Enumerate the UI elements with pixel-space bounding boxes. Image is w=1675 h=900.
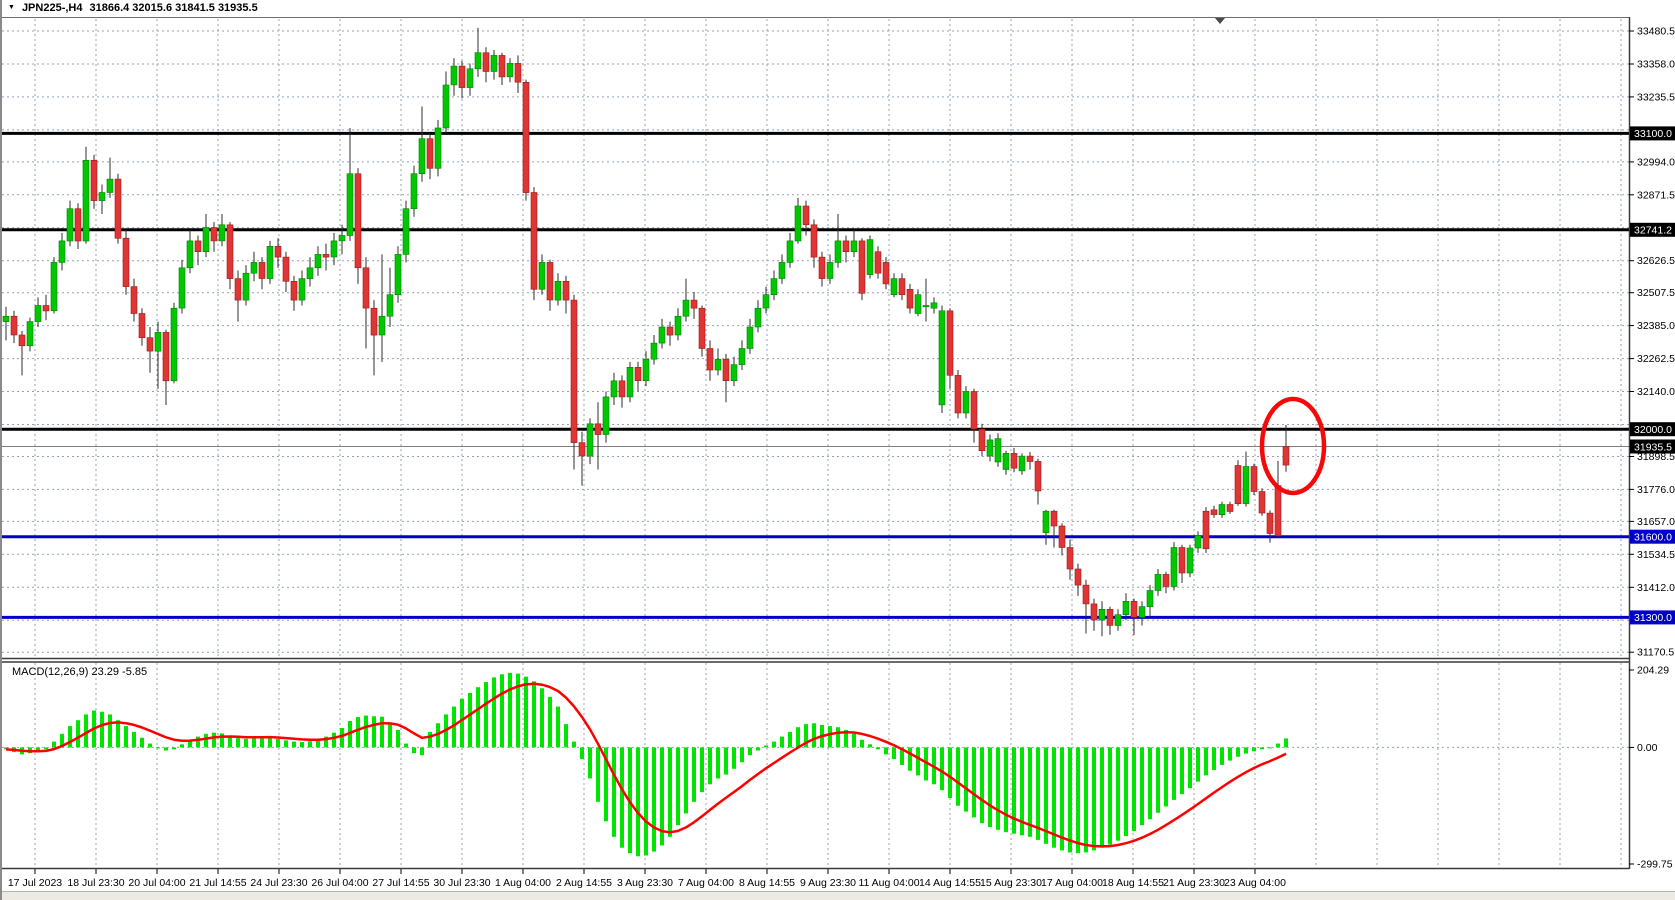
svg-text:32385.0: 32385.0 <box>1637 320 1675 332</box>
svg-text:-299.75: -299.75 <box>1637 859 1673 871</box>
svg-text:31412.0: 31412.0 <box>1637 582 1675 594</box>
svg-text:31657.0: 31657.0 <box>1637 516 1675 528</box>
chart-canvas[interactable]: 33480.5 33358.0 33235.5 32994.0 32871.5 32626… <box>2 0 1675 900</box>
svg-text:15 Aug 23:30: 15 Aug 23:30 <box>980 877 1042 889</box>
svg-text:32507.5: 32507.5 <box>1637 287 1675 299</box>
svg-text:31776.0: 31776.0 <box>1637 484 1675 496</box>
macd-indicator-label: MACD(12,26,9) 23.29 -5.85 <box>12 666 147 678</box>
svg-text:31534.5: 31534.5 <box>1637 549 1675 561</box>
svg-text:27 Jul 14:55: 27 Jul 14:55 <box>372 877 429 889</box>
window-bottom-strip <box>2 891 1675 900</box>
svg-text:33235.5: 33235.5 <box>1637 91 1675 103</box>
svg-text:204.29: 204.29 <box>1637 665 1669 677</box>
svg-text:2 Aug 14:55: 2 Aug 14:55 <box>556 877 612 889</box>
svg-text:32626.5: 32626.5 <box>1637 255 1675 267</box>
svg-text:31170.5: 31170.5 <box>1637 647 1674 659</box>
svg-text:17 Aug 04:00: 17 Aug 04:00 <box>1041 877 1103 889</box>
svg-text:17 Jul 2023: 17 Jul 2023 <box>8 877 62 889</box>
svg-text:11 Aug 04:00: 11 Aug 04:00 <box>858 877 919 889</box>
svg-text:24 Jul 23:30: 24 Jul 23:30 <box>250 877 307 889</box>
svg-text:8 Aug 14:55: 8 Aug 14:55 <box>739 877 795 889</box>
svg-text:7 Aug 04:00: 7 Aug 04:00 <box>678 877 734 889</box>
chevron-down-icon[interactable]: ▼ <box>8 3 15 13</box>
svg-text:3 Aug 23:30: 3 Aug 23:30 <box>617 877 673 889</box>
svg-text:31300.0: 31300.0 <box>1634 612 1672 624</box>
svg-text:31935.5: 31935.5 <box>1634 441 1672 453</box>
mt4-chart-window: 33480.5 33358.0 33235.5 32994.0 32871.5 32626… <box>0 0 1675 900</box>
svg-text:32871.5: 32871.5 <box>1637 189 1675 201</box>
chart-info-bar: ▼ JPN225-,H4 31866.4 32015.6 31841.5 319… <box>8 2 258 14</box>
svg-text:32994.0: 32994.0 <box>1637 156 1675 168</box>
svg-text:31600.0: 31600.0 <box>1634 532 1672 544</box>
ohlc-values: 31866.4 32015.6 31841.5 31935.5 <box>89 2 257 14</box>
svg-text:33358.0: 33358.0 <box>1637 59 1675 71</box>
svg-text:33100.0: 33100.0 <box>1634 128 1672 140</box>
svg-text:18 Jul 23:30: 18 Jul 23:30 <box>67 877 124 889</box>
svg-text:21 Aug 23:30: 21 Aug 23:30 <box>1163 877 1225 889</box>
svg-text:33480.5: 33480.5 <box>1637 26 1675 38</box>
svg-text:9 Aug 23:30: 9 Aug 23:30 <box>800 877 856 889</box>
svg-text:1 Aug 04:00: 1 Aug 04:00 <box>495 877 551 889</box>
svg-text:32000.0: 32000.0 <box>1634 424 1672 436</box>
svg-text:21 Jul 14:55: 21 Jul 14:55 <box>189 877 246 889</box>
svg-text:23 Aug 04:00: 23 Aug 04:00 <box>1224 877 1286 889</box>
svg-text:0.00: 0.00 <box>1637 742 1658 754</box>
svg-text:26 Jul 04:00: 26 Jul 04:00 <box>311 877 368 889</box>
svg-text:32140.0: 32140.0 <box>1637 386 1675 398</box>
svg-text:14 Aug 14:55: 14 Aug 14:55 <box>919 877 981 889</box>
svg-text:32741.2: 32741.2 <box>1634 225 1672 237</box>
svg-text:20 Jul 04:00: 20 Jul 04:00 <box>128 877 185 889</box>
svg-text:18 Aug 14:55: 18 Aug 14:55 <box>1102 877 1164 889</box>
svg-text:30 Jul 23:30: 30 Jul 23:30 <box>433 877 490 889</box>
svg-text:32262.5: 32262.5 <box>1637 353 1675 365</box>
symbol-period-label: JPN225-,H4 <box>22 2 83 14</box>
